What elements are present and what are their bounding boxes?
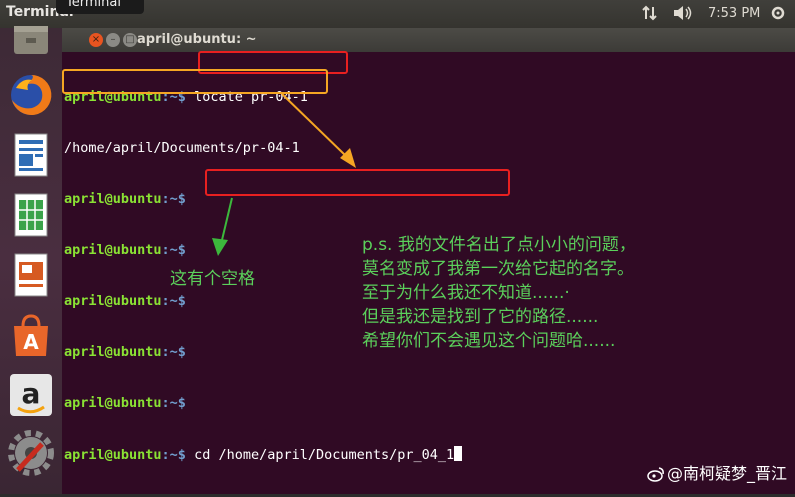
watermark-text: @南柯疑梦_晋江 (666, 464, 787, 483)
files-icon[interactable] (6, 8, 56, 58)
firefox-icon[interactable] (6, 70, 56, 120)
ps-note-line: 但是我还是找到了它的路径...... (362, 307, 599, 327)
launcher-tooltip: Terminal (56, 0, 144, 14)
watermark: @南柯疑梦_晋江 (647, 460, 787, 486)
orange-arrow-head (340, 148, 356, 168)
calc-icon[interactable] (6, 190, 56, 240)
ps-note-line: p.s. 我的文件名出了点小小的问题， (362, 235, 636, 255)
impress-icon[interactable] (6, 250, 56, 300)
system-settings-icon[interactable] (6, 428, 56, 478)
green-arrow-line (221, 197, 233, 241)
ps-note-line: 至于为什么我还不知道......· (362, 283, 570, 303)
weibo-icon (647, 466, 665, 486)
amazon-icon[interactable]: a (6, 370, 56, 420)
space-note: 这有个空格 (170, 269, 255, 289)
terminal-window[interactable]: × – □ april@ubuntu: ~ april@ubuntu:~$ lo… (62, 28, 795, 494)
green-arrow-head (212, 238, 228, 256)
clock-time[interactable]: 7:53 PM (708, 6, 760, 21)
ps-note: p.s. 我的文件名出了点小小的问题， 莫名变成了我第一次给它起的名字。 至于为… (362, 233, 636, 353)
top-panel: Terminal Terminal 7:53 PM (0, 0, 795, 28)
svg-text:a: a (22, 377, 41, 410)
ps-note-line: 希望你们不会遇见这个问题哈...... (362, 331, 616, 351)
ps-note-line: 莫名变成了我第一次给它起的名字。 (362, 259, 634, 279)
power-gear-icon[interactable] (770, 5, 786, 25)
orange-arrow-line (281, 93, 347, 157)
volume-icon[interactable] (673, 5, 693, 25)
network-updown-icon[interactable] (642, 5, 658, 25)
writer-icon[interactable] (6, 130, 56, 180)
software-center-icon[interactable]: A (6, 310, 56, 360)
svg-text:A: A (23, 330, 39, 354)
launcher: A a (0, 26, 62, 494)
